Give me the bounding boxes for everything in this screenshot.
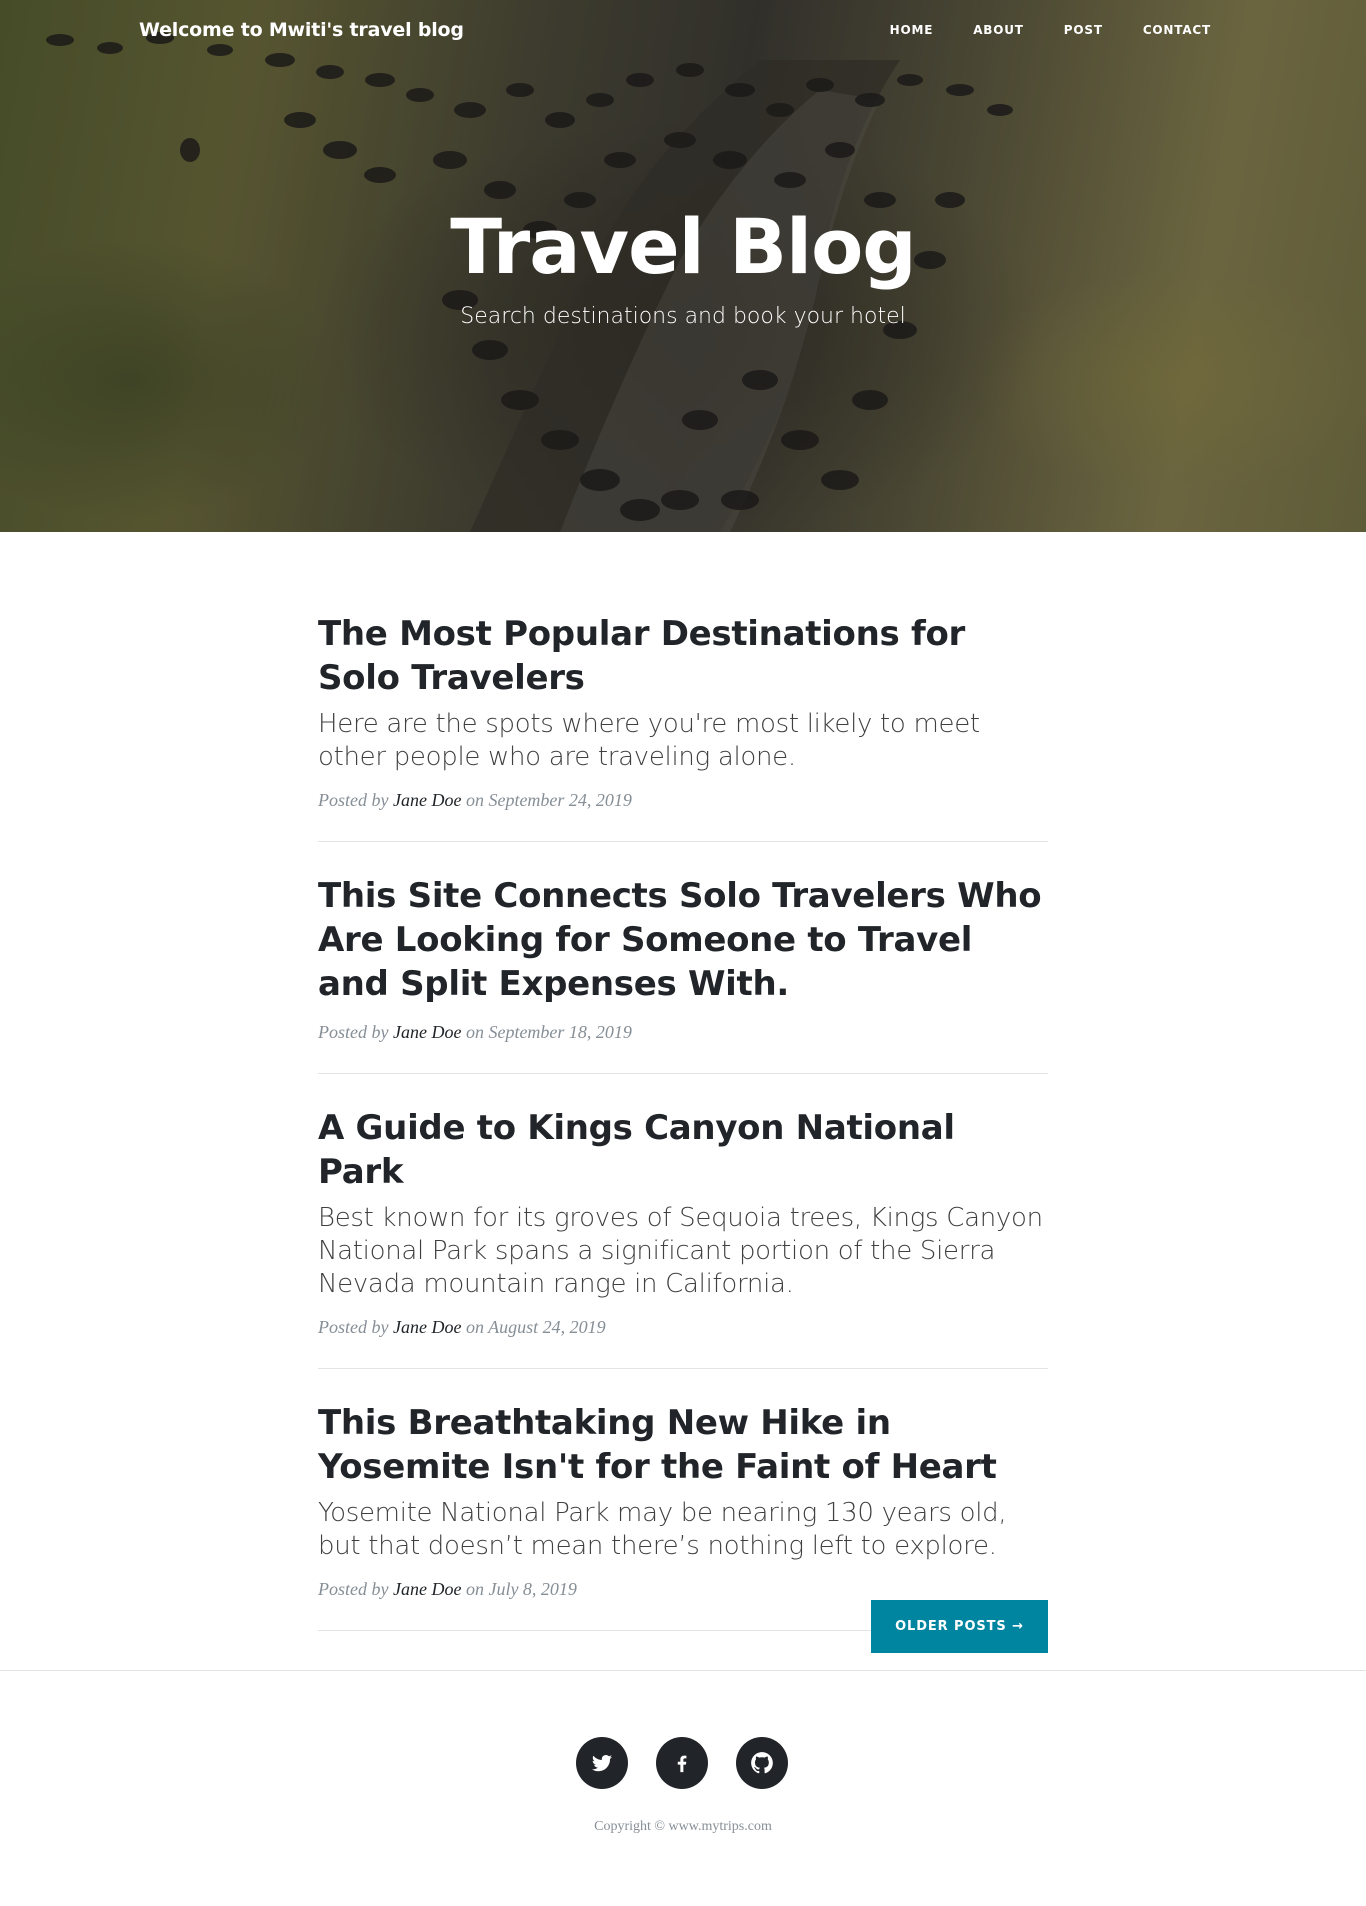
hero-title: Travel Blog [450, 202, 916, 291]
post-preview: The Most Popular Destinations for Solo T… [318, 612, 1048, 842]
post-title[interactable]: A Guide to Kings Canyon National Park [318, 1106, 1048, 1194]
post-meta-on: on [465, 1579, 484, 1599]
post-preview: A Guide to Kings Canyon National Park Be… [318, 1106, 1048, 1369]
post-meta-on: on [465, 1022, 484, 1042]
post-date: September 18, 2019 [488, 1022, 632, 1042]
older-posts-button[interactable]: Older Posts → [871, 1600, 1048, 1653]
post-meta: Posted by Jane Doe on September 24, 2019 [318, 790, 1048, 811]
post-link[interactable]: A Guide to Kings Canyon National Park Be… [318, 1106, 1048, 1301]
hero-header: Welcome to Mwiti's travel blog Home Abou… [0, 0, 1366, 532]
post-meta-on: on [465, 1317, 484, 1337]
twitter-button[interactable] [576, 1737, 628, 1789]
post-meta-on: on [465, 790, 484, 810]
post-title[interactable]: This Site Connects Solo Travelers Who Ar… [318, 874, 1048, 1006]
post-meta-prefix: Posted by [318, 790, 389, 810]
main-nav: Home About Post Contact [850, 23, 1211, 37]
post-subtitle[interactable]: Yosemite National Park may be nearing 13… [318, 1497, 1048, 1563]
nav-link-home[interactable]: Home [890, 23, 934, 37]
pager: Older Posts → [871, 1600, 1048, 1653]
post-author[interactable]: Jane Doe [393, 1579, 461, 1599]
post-preview: This Breathtaking New Hike in Yosemite I… [318, 1401, 1048, 1631]
post-preview: This Site Connects Solo Travelers Who Ar… [318, 874, 1048, 1074]
post-date: September 24, 2019 [488, 790, 632, 810]
post-list: The Most Popular Destinations for Solo T… [318, 612, 1048, 1663]
hero-subtitle: Search destinations and book your hotel [460, 304, 906, 329]
post-subtitle[interactable]: Best known for its groves of Sequoia tre… [318, 1202, 1048, 1301]
post-author[interactable]: Jane Doe [393, 790, 461, 810]
post-subtitle[interactable]: Here are the spots where you're most lik… [318, 708, 1048, 774]
post-author[interactable]: Jane Doe [393, 1317, 461, 1337]
footer-divider [0, 1670, 1366, 1671]
post-link[interactable]: The Most Popular Destinations for Solo T… [318, 612, 1048, 774]
social-links [576, 1737, 788, 1789]
facebook-icon [677, 1755, 687, 1773]
nav-brand[interactable]: Welcome to Mwiti's travel blog [139, 19, 464, 41]
post-meta: Posted by Jane Doe on September 18, 2019 [318, 1022, 1048, 1043]
post-meta-prefix: Posted by [318, 1022, 389, 1042]
post-link[interactable]: This Breathtaking New Hike in Yosemite I… [318, 1401, 1048, 1563]
post-date: August 24, 2019 [488, 1317, 606, 1337]
nav-link-post[interactable]: Post [1064, 23, 1103, 37]
post-date: July 8, 2019 [488, 1579, 577, 1599]
copyright: Copyright © www.mytrips.com [594, 1819, 772, 1834]
facebook-button[interactable] [656, 1737, 708, 1789]
nav-link-contact[interactable]: Contact [1143, 23, 1211, 37]
post-meta-prefix: Posted by [318, 1317, 389, 1337]
post-meta: Posted by Jane Doe on July 8, 2019 [318, 1579, 1048, 1600]
post-meta: Posted by Jane Doe on August 24, 2019 [318, 1317, 1048, 1338]
post-title[interactable]: This Breathtaking New Hike in Yosemite I… [318, 1401, 1048, 1489]
github-button[interactable] [736, 1737, 788, 1789]
twitter-icon [592, 1755, 612, 1772]
post-link[interactable]: This Site Connects Solo Travelers Who Ar… [318, 874, 1048, 1006]
github-icon [751, 1752, 773, 1774]
post-author[interactable]: Jane Doe [393, 1022, 461, 1042]
post-title[interactable]: The Most Popular Destinations for Solo T… [318, 612, 1048, 700]
nav-link-about[interactable]: About [973, 23, 1024, 37]
post-meta-prefix: Posted by [318, 1579, 389, 1599]
